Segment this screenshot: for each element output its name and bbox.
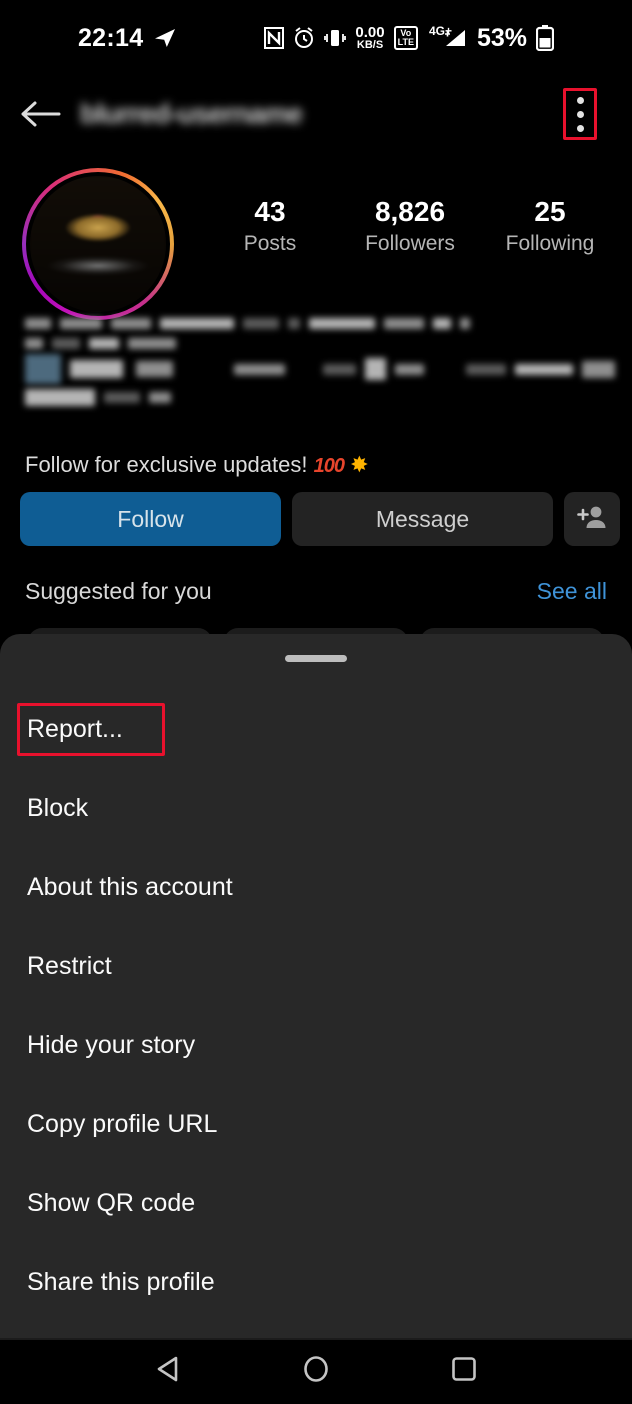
- menu-item-share-this-profile[interactable]: Share this profile: [0, 1243, 632, 1322]
- stat-followers[interactable]: 8,826 Followers: [345, 194, 475, 256]
- hundred-emoji-icon: 100: [313, 455, 345, 477]
- nav-recents-button[interactable]: [390, 1355, 538, 1388]
- nav-home-button[interactable]: [242, 1354, 390, 1389]
- telegram-send-icon: [152, 26, 178, 50]
- recents-square-icon: [450, 1355, 478, 1388]
- bio-visible-line: Follow for exclusive updates! 100 ✸: [25, 452, 369, 478]
- sheet-drag-handle[interactable]: [285, 655, 347, 662]
- vibrate-icon: [324, 28, 347, 48]
- stat-posts[interactable]: 43 Posts: [205, 194, 335, 256]
- see-all-link[interactable]: See all: [537, 578, 607, 605]
- volte-icon: Vo LTE: [393, 26, 418, 50]
- kebab-dot-icon: [576, 124, 584, 132]
- signal-icon: 4G+: [427, 24, 468, 49]
- menu-item-label: Block: [27, 794, 89, 822]
- options-bottom-sheet: Report... Block About this account Restr…: [0, 634, 632, 1338]
- suggested-title: Suggested for you: [25, 578, 212, 604]
- menu-item-label: Share this profile: [27, 1268, 215, 1296]
- menu-item-restrict[interactable]: Restrict: [0, 927, 632, 1006]
- options-menu: Report... Block About this account Restr…: [0, 690, 632, 1322]
- bio-line-redacted: [25, 318, 615, 329]
- avatar-image: [30, 176, 166, 312]
- menu-item-show-qr-code[interactable]: Show QR code: [0, 1164, 632, 1243]
- profile-username: blurred-username: [80, 98, 303, 129]
- back-triangle-icon: [155, 1355, 181, 1388]
- android-navigation-bar: [0, 1338, 632, 1404]
- menu-item-label: Hide your story: [27, 1031, 196, 1059]
- nav-back-button[interactable]: [94, 1355, 242, 1388]
- profile-stats: 43 Posts 8,826 Followers 25 Following: [200, 194, 620, 256]
- bio-text: Follow for exclusive updates!: [25, 452, 308, 477]
- alarm-icon: [293, 27, 315, 49]
- collision-emoji-icon: ✸: [350, 452, 369, 477]
- menu-item-report[interactable]: Report...: [0, 690, 632, 769]
- nfc-icon: [264, 27, 285, 49]
- stat-followers-value: 8,826: [374, 196, 446, 227]
- app-bar: blurred-username: [0, 76, 632, 152]
- phone-screen: 22:14 0.00 KB/S Vo LTE 4G+ 53% blurred-u…: [0, 0, 632, 1404]
- add-user-button[interactable]: [564, 492, 620, 546]
- stat-posts-value: 43: [254, 196, 286, 227]
- network-speed: 0.00 KB/S: [355, 24, 385, 51]
- menu-item-label: Copy profile URL: [27, 1110, 218, 1138]
- status-time: 22:14: [77, 23, 144, 52]
- menu-item-label: About this account: [27, 873, 233, 901]
- status-bar: 22:14 0.00 KB/S Vo LTE 4G+ 53%: [0, 0, 632, 76]
- stat-followers-label: Followers: [365, 232, 455, 255]
- message-button[interactable]: Message: [292, 492, 553, 546]
- kebab-dot-icon: [576, 96, 584, 104]
- menu-item-block[interactable]: Block: [0, 769, 632, 848]
- menu-item-hide-your-story[interactable]: Hide your story: [0, 1006, 632, 1085]
- bio-line-redacted: [25, 389, 615, 406]
- home-circle-icon: [302, 1354, 330, 1389]
- stat-following-value: 25: [534, 196, 566, 227]
- profile-header: 43 Posts 8,826 Followers 25 Following: [0, 160, 632, 320]
- stat-following-label: Following: [505, 232, 595, 255]
- nav-divider: [0, 1338, 632, 1340]
- avatar-story-ring[interactable]: [22, 168, 174, 320]
- avatar[interactable]: [26, 172, 170, 316]
- suggested-section-header: Suggested for you See all: [0, 578, 632, 605]
- more-options-button[interactable]: [563, 88, 597, 140]
- battery-percent: 53%: [476, 23, 528, 52]
- menu-item-copy-profile-url[interactable]: Copy profile URL: [0, 1085, 632, 1164]
- menu-item-label: Show QR code: [27, 1189, 196, 1217]
- stat-following[interactable]: 25 Following: [485, 194, 615, 256]
- bio-line-redacted: [25, 338, 615, 349]
- profile-actions: Follow Message: [20, 492, 620, 546]
- add-user-icon: [577, 504, 607, 535]
- follow-button[interactable]: Follow: [20, 492, 281, 546]
- kebab-dot-icon: [576, 110, 584, 118]
- menu-item-about-this-account[interactable]: About this account: [0, 848, 632, 927]
- bio-line-redacted: [25, 354, 615, 384]
- menu-item-label: Restrict: [27, 952, 112, 980]
- back-button[interactable]: [0, 99, 80, 129]
- battery-icon: [536, 25, 555, 51]
- menu-item-label: Report...: [27, 715, 123, 743]
- stat-posts-label: Posts: [243, 232, 297, 255]
- profile-bio: Follow for exclusive updates! 100 ✸: [25, 318, 615, 477]
